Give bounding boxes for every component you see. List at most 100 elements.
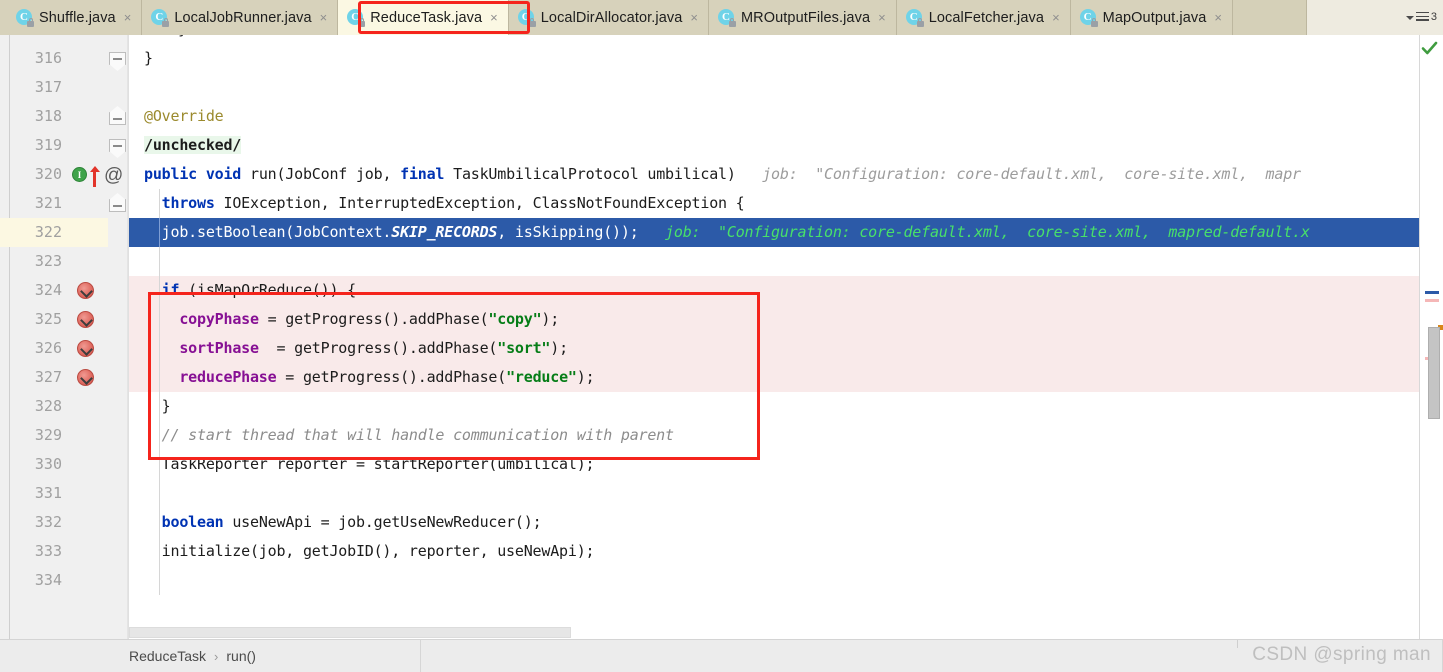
code-line-327[interactable]: 327 reducePhase = getProgress().addPhase… [0,363,1443,392]
code-line-334[interactable]: 334 [0,566,1443,595]
close-icon[interactable]: × [1052,11,1060,24]
line-content: throws IOException, InterruptedException… [161,194,745,212]
tab-label: LocalFetcher.java [928,9,1045,26]
breakpoint-icon[interactable] [77,311,94,328]
inlay-hint: job: "Configuration: core-default.xml, c… [762,165,1301,183]
close-icon[interactable]: × [878,11,886,24]
editor-tab-mapoutput[interactable]: C MapOutput.java × [1070,0,1234,35]
tab-label: Shuffle.java [39,9,116,26]
ide-window: C Shuffle.java × C LocalJobRunner.java ×… [0,0,1443,672]
line-content: public void run(JobConf job, final TaskU… [144,165,1301,183]
line-content: // start thread that will handle communi… [144,426,674,444]
line-content: sortPhase = getProgress().addPhase("sort… [179,339,568,357]
inlay-hint: job: "Configuration: core-default.xml, c… [665,223,1310,241]
code-line-331[interactable]: 331 [0,479,1443,508]
code-line-322[interactable]: 322 job.setBoolean(JobContext.SKIP_RECOR… [0,218,1443,247]
tab-label: ReduceTask.java [370,9,483,26]
fold-marker-icon[interactable] [109,199,126,212]
indent-guide [159,479,160,508]
code-line-326[interactable]: 326 sortPhase = getProgress().addPhase("… [0,334,1443,363]
code-line-320[interactable]: 320 I @ public void run(JobConf job, fin… [0,160,1443,189]
line-number: 331 [34,484,62,502]
line-number: 319 [34,136,62,154]
code-line-329[interactable]: 329 // start thread that will handle com… [0,421,1443,450]
line-number: 322 [34,223,62,241]
line-number: 317 [34,78,62,96]
code-line-317[interactable]: 317 [0,73,1443,102]
code-line-333[interactable]: 333 initialize(job, getJobID(), reporter… [0,537,1443,566]
annotation-at-icon: @ [104,165,124,186]
tab-overflow-control[interactable]: 3 [1306,0,1443,35]
tab-label: LocalJobRunner.java [174,9,312,26]
java-class-icon: C [16,9,34,27]
java-class-icon: C [347,9,366,27]
editor-tab-localjobrunner[interactable]: C LocalJobRunner.java × [142,0,339,35]
selection-marker[interactable] [1425,291,1439,294]
chevron-down-icon [1405,15,1414,20]
line-content: boolean useNewApi = job.getUseNewReducer… [161,513,542,531]
warning-marker[interactable] [1425,299,1439,302]
code-line-321[interactable]: 321 throws IOException, InterruptedExcep… [0,189,1443,218]
line-number: 323 [34,252,62,270]
code-line-323[interactable]: 323 [0,247,1443,276]
tab-label: MROutputFiles.java [740,9,871,26]
java-class-icon: C [517,9,536,27]
java-class-icon: C [905,9,924,27]
breadcrumb-separator-icon: › [214,648,219,664]
editor-tab-mroutputfiles[interactable]: C MROutputFiles.java × [708,0,897,35]
code-line-324[interactable]: 324 if (isMapOrReduce()) { [0,276,1443,305]
line-number: 321 [34,194,62,212]
indent-guide [159,566,160,595]
vertical-scrollbar-thumb[interactable] [1428,327,1440,419]
code-line-315[interactable]: 315 } [0,35,1443,44]
fold-marker-icon[interactable] [109,112,126,125]
fold-marker-icon[interactable] [109,52,126,65]
line-number: 315 [0,35,62,44]
close-icon[interactable]: × [124,11,132,24]
line-content: reducePhase = getProgress().addPhase("re… [179,368,595,386]
line-number: 326 [34,339,62,357]
tab-list-icon [1415,11,1429,24]
line-number: 328 [34,397,62,415]
inspection-ok-check-icon[interactable] [1421,40,1438,57]
breakpoint-icon[interactable] [77,369,94,386]
code-line-330[interactable]: 330 TaskReporter reporter = startReporte… [0,450,1443,479]
editor-tab-bar: C Shuffle.java × C LocalJobRunner.java ×… [0,0,1443,35]
close-icon[interactable]: × [320,11,328,24]
tab-label: LocalDirAllocator.java [540,9,683,26]
code-line-318[interactable]: 318 @Override [0,102,1443,131]
breakpoint-icon[interactable] [77,340,94,357]
line-number: 329 [34,426,62,444]
editor-tab-localfetcher[interactable]: C LocalFetcher.java × [896,0,1071,35]
override-method-icon[interactable]: I [72,167,87,182]
breakpoint-icon[interactable] [77,282,94,299]
line-content: } [144,397,171,415]
editor-tab-localdirallocator[interactable]: C LocalDirAllocator.java × [508,0,709,35]
java-class-icon: C [717,9,736,27]
code-editor[interactable]: 315 } 316 } 317 318 @Override 319 /unche… [0,35,1443,639]
breadcrumb-divider [420,640,421,672]
breadcrumb-item-method[interactable]: run() [226,648,256,664]
indent-guide [159,247,160,276]
line-content: if (isMapOrReduce()) { [161,281,356,299]
close-icon[interactable]: × [490,11,498,24]
editor-tab-shuffle[interactable]: C Shuffle.java × [0,0,143,35]
code-line-325[interactable]: 325 copyPhase = getProgress().addPhase("… [0,305,1443,334]
horizontal-scrollbar-thumb[interactable] [129,627,571,638]
close-icon[interactable]: × [690,11,698,24]
line-content: @Override [144,107,224,125]
java-class-icon: C [151,9,170,27]
code-line-319[interactable]: 319 /unchecked/ [0,131,1443,160]
breadcrumb-item-class[interactable]: ReduceTask [129,648,206,664]
breadcrumb-bar[interactable]: ReduceTask › run() CSDN @spring man [0,639,1443,672]
code-line-328[interactable]: 328 } [0,392,1443,421]
editor-tab-reducetask[interactable]: C ReduceTask.java × [338,0,509,35]
code-line-332[interactable]: 332 boolean useNewApi = job.getUseNewRed… [0,508,1443,537]
code-line-316[interactable]: 316 } [0,44,1443,73]
line-number: 327 [34,368,62,386]
fold-marker-icon[interactable] [109,139,126,152]
line-number: 330 [34,455,62,473]
close-icon[interactable]: × [1214,11,1222,24]
tab-label: MapOutput.java [1102,9,1207,26]
java-class-icon: C [1079,9,1098,27]
